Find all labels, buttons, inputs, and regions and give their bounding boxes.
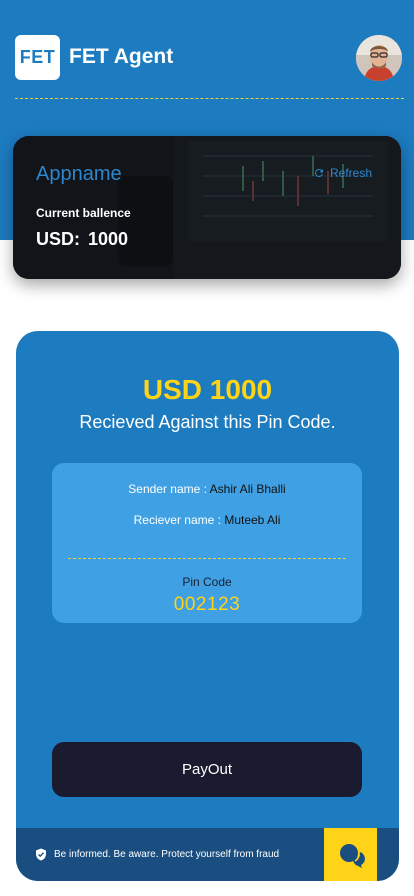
transaction-details: Sender name : Ashir Ali Bhalli Reciever … — [52, 463, 362, 623]
sender-value: Ashir Ali Bhalli — [209, 482, 286, 496]
chat-button[interactable] — [324, 828, 377, 881]
receiver-row: Reciever name : Muteeb Ali — [52, 513, 362, 527]
balance-card: Appname Refresh Current ballence USD: 100… — [13, 136, 401, 279]
app-logo: FET — [15, 34, 60, 80]
balance-label: Current ballence — [36, 206, 131, 220]
pin-label: Pin Code — [182, 575, 232, 589]
payout-button[interactable]: PayOut — [52, 742, 362, 797]
balance-value: USD: 1000 — [36, 229, 128, 250]
details-divider — [68, 558, 346, 559]
header-divider — [15, 98, 404, 99]
balance-currency: USD: — [36, 229, 80, 249]
user-avatar[interactable] — [356, 35, 402, 81]
fraud-notice-text: Be informed. Be aware. Protect yourself … — [54, 849, 280, 860]
receiver-value: Muteeb Ali — [224, 513, 281, 527]
sender-label: Sender name : — [128, 482, 207, 496]
receiver-label: Reciever name : — [133, 513, 221, 527]
refresh-label: Refresh — [329, 166, 372, 180]
balance-amount: 1000 — [88, 229, 129, 249]
logo-text: FET — [19, 46, 56, 67]
app-header: FET FET Agent — [15, 33, 404, 81]
transaction-card: USD 1000 Recieved Against this Pin Code.… — [16, 331, 399, 881]
chat-icon — [339, 843, 365, 868]
transaction-amount: USD 1000 — [142, 374, 273, 405]
sender-row: Sender name : Ashir Ali Bhalli — [52, 482, 362, 496]
refresh-button[interactable]: Refresh — [313, 166, 372, 180]
refresh-icon — [314, 169, 323, 177]
pin-value: 002123 — [173, 594, 241, 615]
app-title: FET Agent — [69, 45, 174, 68]
shield-icon — [36, 848, 46, 861]
received-text: Recieved Against this Pin Code. — [79, 412, 336, 432]
avatar-photo-icon — [356, 35, 402, 81]
fraud-notice-bar: Be informed. Be aware. Protect yourself … — [16, 828, 399, 881]
card-app-name: Appname — [36, 163, 122, 185]
fraud-notice: Be informed. Be aware. Protect yourself … — [35, 848, 279, 861]
